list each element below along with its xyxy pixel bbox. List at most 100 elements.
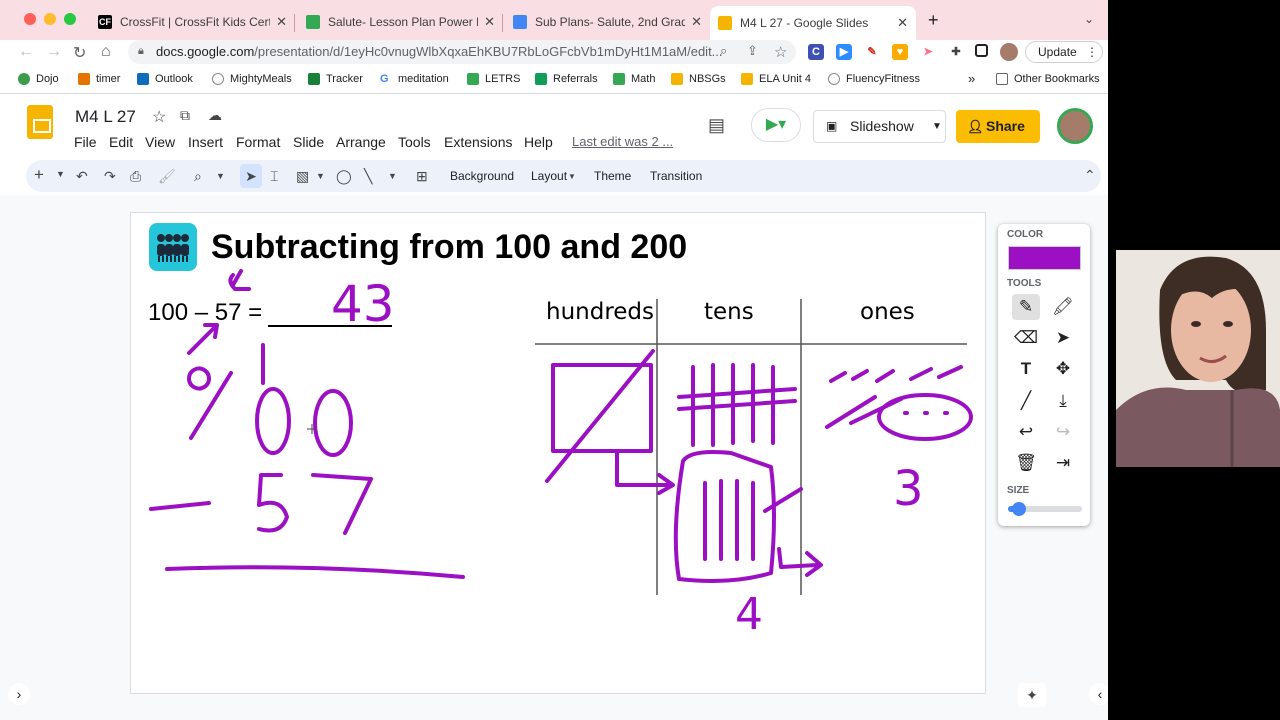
menu-edit[interactable]: Edit xyxy=(109,134,133,150)
bookmark-letrs[interactable]: LETRS xyxy=(467,73,520,85)
extension-arrow-icon[interactable]: ➤ xyxy=(920,44,936,60)
comments-icon[interactable]: ▤ xyxy=(708,115,725,136)
close-window-button[interactable] xyxy=(24,13,36,25)
close-icon[interactable]: ✕ xyxy=(484,14,495,30)
text-tool-icon[interactable]: T xyxy=(1012,356,1040,382)
eraser-icon[interactable]: ⌫ xyxy=(1012,325,1040,351)
expand-filmstrip-chevron-icon[interactable]: › xyxy=(8,683,30,705)
last-edit-link[interactable]: Last edit was 2 ... xyxy=(572,134,673,149)
tab-lesson-plan[interactable]: Salute- Lesson Plan Power Poi... ✕ xyxy=(298,7,503,37)
slides-logo-icon[interactable] xyxy=(27,105,53,139)
background-button[interactable]: Background xyxy=(450,169,514,183)
size-slider[interactable] xyxy=(1008,502,1082,516)
pen-color-swatch[interactable] xyxy=(1008,246,1081,270)
exit-icon[interactable]: ⇥ xyxy=(1049,450,1077,476)
pointer-icon[interactable]: ➤ xyxy=(1049,325,1077,351)
other-bookmarks[interactable]: Other Bookmarks xyxy=(996,73,1100,85)
zoom-icon[interactable]: ⌕ xyxy=(720,43,727,59)
new-tab-button[interactable]: + xyxy=(928,10,939,31)
close-icon[interactable]: ✕ xyxy=(691,14,702,30)
menu-help[interactable]: Help xyxy=(524,134,553,150)
menu-insert[interactable]: Insert xyxy=(188,134,223,150)
redo-icon[interactable]: ↷ xyxy=(104,168,116,185)
zoom-chevron-icon[interactable]: ▼ xyxy=(216,171,225,181)
share-page-icon[interactable]: ⇪ xyxy=(747,43,758,59)
minimize-window-button[interactable] xyxy=(44,13,56,25)
star-icon[interactable]: ☆ xyxy=(152,107,166,127)
forward-icon[interactable]: → xyxy=(46,43,62,61)
side-panel-chevron-icon[interactable]: ‹ xyxy=(1089,683,1108,705)
menu-slide[interactable]: Slide xyxy=(293,134,324,150)
slide-canvas[interactable]: Subtracting from 100 and 200 100 – 57 = … xyxy=(130,212,986,694)
paint-format-icon[interactable]: 🖌︎ xyxy=(158,168,176,185)
meet-icon[interactable]: ▶▾ xyxy=(751,108,801,142)
close-icon[interactable]: ✕ xyxy=(276,14,287,30)
layout-chevron-icon[interactable]: ▼ xyxy=(568,172,576,181)
bookmark-star-icon[interactable]: ☆ xyxy=(774,43,787,61)
bookmark-mightymeals[interactable]: MightyMeals xyxy=(212,73,292,85)
highlighter-icon[interactable]: 🖍︎ xyxy=(1049,294,1077,320)
share-button[interactable]: 👤︎ Share xyxy=(956,110,1040,143)
layout-button[interactable]: Layout xyxy=(531,169,567,183)
chevron-down-icon[interactable]: ▼ xyxy=(932,111,942,142)
line-chevron-icon[interactable]: ▼ xyxy=(388,171,397,181)
document-title[interactable]: M4 L 27 xyxy=(75,107,136,127)
tab-google-slides[interactable]: M4 L 27 - Google Slides ✕ xyxy=(710,6,916,40)
bookmark-fluencyfitness[interactable]: FluencyFitness xyxy=(828,73,920,85)
move-icon[interactable]: ✥ xyxy=(1049,356,1077,382)
extensions-puzzle-icon[interactable]: ✚ xyxy=(948,44,964,60)
maximize-window-button[interactable] xyxy=(64,13,76,25)
menu-file[interactable]: File xyxy=(74,134,97,150)
menu-format[interactable]: Format xyxy=(236,134,280,150)
explore-icon[interactable]: ✦ xyxy=(1018,683,1046,707)
download-icon[interactable]: ⤓ xyxy=(1049,388,1077,414)
move-folder-icon[interactable]: ⧉ xyxy=(180,107,190,124)
theme-button[interactable]: Theme xyxy=(594,169,631,183)
menu-view[interactable]: View xyxy=(145,134,175,150)
extension-zoom-icon[interactable]: ▶ xyxy=(836,44,852,60)
bookmark-referrals[interactable]: Referrals xyxy=(535,73,598,85)
select-cursor-icon[interactable]: ➤ xyxy=(240,164,262,188)
zoom-icon[interactable]: ⌕ xyxy=(194,168,202,185)
update-button[interactable]: Update ⋮ xyxy=(1025,41,1103,63)
account-avatar[interactable] xyxy=(1057,108,1093,144)
bookmark-ela-unit-4[interactable]: ELA Unit 4 xyxy=(741,73,811,85)
pen-icon[interactable]: ✎ xyxy=(1012,294,1040,320)
bookmark-timer[interactable]: timer xyxy=(78,73,120,85)
line-icon[interactable]: ╲ xyxy=(364,168,372,185)
comment-add-icon[interactable]: ⊞ xyxy=(416,168,428,185)
profile-avatar[interactable] xyxy=(1000,43,1018,61)
tab-crossfit[interactable]: CF CrossFit | CrossFit Kids Certific... … xyxy=(90,7,295,37)
slideshow-button[interactable]: ▣ Slideshow ▼ xyxy=(813,110,946,143)
bookmark-dojo[interactable]: Dojo xyxy=(18,73,59,85)
bookmarks-overflow[interactable]: » xyxy=(968,71,975,86)
new-slide-chevron-icon[interactable]: ▼ xyxy=(56,169,65,179)
address-bar[interactable]: docs.google.com/presentation/d/1eyHc0vnu… xyxy=(128,40,796,64)
text-box-icon[interactable]: ⌶ xyxy=(270,168,278,185)
home-icon[interactable]: ⌂ xyxy=(101,43,111,61)
undo-ink-icon[interactable]: ↩ xyxy=(1012,419,1040,445)
close-icon[interactable]: ✕ xyxy=(897,15,908,31)
image-icon[interactable]: ▧ xyxy=(296,168,309,185)
undo-icon[interactable]: ↶ xyxy=(76,168,88,185)
extension-badge-icon[interactable]: ♥ xyxy=(892,44,908,60)
size-slider-knob[interactable] xyxy=(1012,502,1027,516)
new-slide-icon[interactable]: + xyxy=(34,165,44,185)
print-icon[interactable]: ⎙ xyxy=(130,168,141,185)
reload-icon[interactable]: ↻ xyxy=(73,43,86,63)
bookmark-nbsgs[interactable]: NBSGs xyxy=(671,73,726,85)
extension-c-icon[interactable]: C xyxy=(808,44,824,60)
extension-pen-icon[interactable]: ✎ xyxy=(864,44,880,60)
bookmark-outlook[interactable]: Outlook xyxy=(137,73,193,85)
menu-tools[interactable]: Tools xyxy=(398,134,431,150)
transition-button[interactable]: Transition xyxy=(650,169,702,183)
bookmark-meditation[interactable]: Gmeditation xyxy=(380,73,449,85)
collapse-chevron-up-icon[interactable]: ⌃ xyxy=(1084,167,1096,184)
line-tool-icon[interactable]: ╱ xyxy=(1012,388,1040,414)
menu-arrange[interactable]: Arrange xyxy=(336,134,386,150)
menu-extensions[interactable]: Extensions xyxy=(444,134,512,150)
image-chevron-icon[interactable]: ▼ xyxy=(316,171,325,181)
back-icon[interactable]: ← xyxy=(18,43,34,61)
shape-icon[interactable]: ◯ xyxy=(336,168,352,185)
tab-sub-plans[interactable]: Sub Plans- Salute, 2nd Grade 2... ✕ xyxy=(505,7,710,37)
